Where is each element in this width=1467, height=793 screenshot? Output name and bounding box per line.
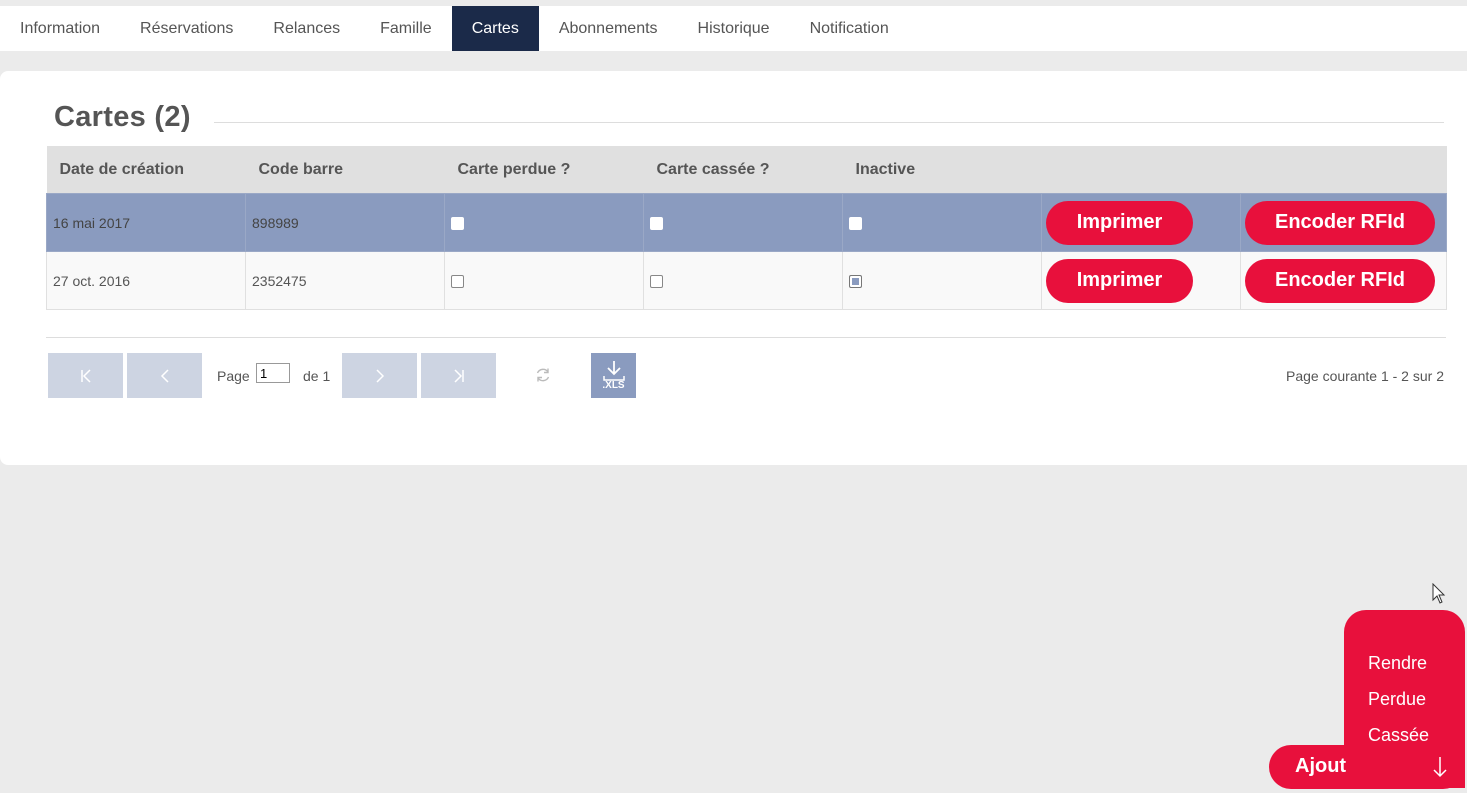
cell-date: 16 mai 2017 — [46, 193, 246, 252]
mouse-cursor-icon — [1432, 583, 1446, 604]
tab-information[interactable]: Information — [0, 6, 120, 51]
cell-inactive — [842, 251, 1042, 310]
cassee-checkbox[interactable] — [650, 217, 663, 231]
cassee-checkbox[interactable] — [650, 275, 663, 289]
chevron-left-icon — [160, 368, 169, 383]
column-header-date[interactable]: Date de création — [46, 146, 246, 194]
last-page-button[interactable] — [421, 353, 496, 398]
download-icon — [602, 361, 625, 381]
print-button[interactable]: Imprimer — [1046, 258, 1193, 303]
cell-code: 898989 — [245, 193, 445, 252]
cell-print: Imprimer — [1041, 193, 1241, 252]
menu-item-rendre[interactable]: Rendre — [1368, 653, 1427, 674]
encode-rfid-button[interactable]: Encoder RFId — [1245, 200, 1435, 245]
tab-historique[interactable]: Historique — [678, 6, 790, 51]
tab-relances[interactable]: Relances — [253, 6, 360, 51]
section-title: Cartes (2) — [54, 101, 191, 133]
encode-rfid-button[interactable]: Encoder RFId — [1245, 258, 1435, 303]
cell-cassee — [643, 251, 843, 310]
print-button[interactable]: Imprimer — [1046, 200, 1193, 245]
tab-cartes[interactable]: Cartes — [451, 6, 539, 51]
refresh-icon[interactable] — [534, 366, 552, 384]
cards-panel: Cartes (2) Date de création Code barre C… — [0, 71, 1467, 465]
cell-cassee — [643, 193, 843, 252]
inactive-checkbox[interactable] — [849, 275, 862, 289]
first-page-icon — [80, 368, 91, 383]
column-header-perdue[interactable]: Carte perdue ? — [444, 146, 644, 194]
cell-rfid: Encoder RFId — [1240, 251, 1447, 310]
cell-perdue — [444, 251, 644, 310]
title-divider — [214, 122, 1444, 123]
last-page-icon — [453, 368, 464, 383]
cell-rfid: Encoder RFId — [1240, 193, 1447, 252]
tab-notification[interactable]: Notification — [790, 6, 909, 51]
add-fab-button[interactable]: Ajout — [1269, 745, 1465, 789]
page-total-label: de 1 — [303, 368, 331, 384]
page-number-input[interactable] — [256, 363, 290, 383]
tab-bar: Information Réservations Relances Famill… — [0, 6, 1467, 51]
cell-inactive — [842, 193, 1042, 252]
column-header-inactive[interactable]: Inactive — [842, 146, 1042, 194]
arrow-down-icon — [1433, 757, 1447, 778]
page-info: Page courante 1 - 2 sur 2 — [1286, 368, 1444, 384]
column-header-cassee[interactable]: Carte cassée ? — [643, 146, 843, 194]
export-xls-button[interactable]: .XLS — [591, 353, 636, 398]
next-page-button[interactable] — [342, 353, 417, 398]
add-fab-label: Ajout — [1295, 755, 1347, 777]
column-header-rfid — [1240, 146, 1447, 194]
inactive-checkbox[interactable] — [849, 217, 862, 231]
first-page-button[interactable] — [48, 353, 123, 398]
tab-famille[interactable]: Famille — [360, 6, 452, 51]
menu-item-cassee[interactable]: Cassée — [1368, 725, 1429, 746]
page-label: Page — [217, 368, 250, 384]
table-row[interactable]: 27 oct. 2016 2352475 Imprimer Encoder RF… — [46, 251, 1447, 310]
table-row[interactable]: 16 mai 2017 898989 Imprimer Encoder RFId — [46, 193, 1447, 252]
tab-reservations[interactable]: Réservations — [120, 6, 253, 51]
table-header-row: Date de création Code barre Carte perdue… — [46, 146, 1447, 194]
column-header-code[interactable]: Code barre — [245, 146, 445, 194]
cell-perdue — [444, 193, 644, 252]
chevron-right-icon — [375, 368, 384, 383]
perdue-checkbox[interactable] — [451, 217, 464, 231]
cell-code: 2352475 — [245, 251, 445, 310]
xls-label: .XLS — [602, 380, 625, 391]
tab-abonnements[interactable]: Abonnements — [539, 6, 678, 51]
cards-table: Date de création Code barre Carte perdue… — [46, 146, 1447, 310]
perdue-checkbox[interactable] — [451, 275, 464, 289]
menu-item-perdue[interactable]: Perdue — [1368, 689, 1426, 710]
cell-date: 27 oct. 2016 — [46, 251, 246, 310]
column-header-print — [1041, 146, 1241, 194]
cell-print: Imprimer — [1041, 251, 1241, 310]
prev-page-button[interactable] — [127, 353, 202, 398]
pager-divider — [46, 337, 1446, 338]
